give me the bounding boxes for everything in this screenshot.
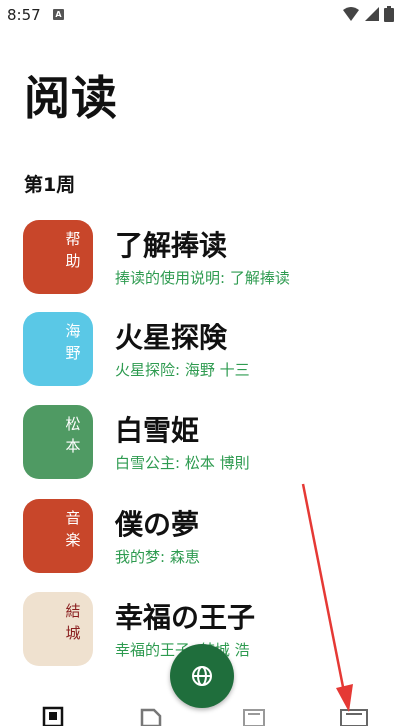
- status-icons: [342, 6, 394, 22]
- book-icon[interactable]: [42, 706, 64, 726]
- page-title: 阅读: [24, 71, 118, 125]
- book-item[interactable]: 音楽 僕の夢 我的梦: 森恵: [0, 499, 402, 583]
- book-cover[interactable]: 音楽: [23, 499, 93, 573]
- book-subtitle: 捧读的使用说明: 了解捧读: [115, 269, 290, 287]
- cover-text: 松本: [65, 415, 81, 455]
- status-bar: 8:57 A: [0, 0, 402, 30]
- wifi-icon: [343, 7, 359, 21]
- profile-icon[interactable]: [340, 706, 368, 726]
- cover-text: 結城: [65, 602, 81, 642]
- book-title[interactable]: 火星探険: [115, 316, 227, 356]
- globe-button[interactable]: [170, 644, 234, 708]
- book-cover[interactable]: 松本: [23, 405, 93, 479]
- book-item[interactable]: 帮助 了解捧读 捧读的使用说明: 了解捧读: [0, 220, 402, 304]
- book-item[interactable]: 海野 火星探険 火星探险: 海野 十三: [0, 312, 402, 396]
- list-icon[interactable]: [242, 706, 266, 726]
- status-time: 8:57: [7, 6, 41, 24]
- book-cover[interactable]: 帮助: [23, 220, 93, 294]
- book-title[interactable]: 僕の夢: [115, 503, 199, 543]
- battery-icon: [384, 6, 394, 22]
- book-item[interactable]: 松本 白雪姫 白雪公主: 松本 博則: [0, 405, 402, 489]
- signal-icon: [365, 7, 379, 21]
- week-label: 第1周: [24, 174, 76, 196]
- cover-text: 帮助: [65, 230, 81, 270]
- notification-icon: A: [53, 9, 64, 20]
- globe-icon: [192, 666, 212, 686]
- book-cover[interactable]: 結城: [23, 592, 93, 666]
- cover-text: 音楽: [65, 509, 81, 549]
- book-cover[interactable]: 海野: [23, 312, 93, 386]
- book-subtitle: 白雪公主: 松本 博則: [115, 454, 250, 472]
- cover-text: 海野: [65, 322, 81, 362]
- document-icon[interactable]: [140, 706, 162, 726]
- book-title[interactable]: 了解捧读: [115, 224, 227, 264]
- book-subtitle: 我的梦: 森恵: [115, 548, 200, 566]
- book-title[interactable]: 幸福の王子: [115, 596, 255, 636]
- book-subtitle: 火星探险: 海野 十三: [115, 361, 250, 379]
- book-title[interactable]: 白雪姫: [115, 409, 199, 449]
